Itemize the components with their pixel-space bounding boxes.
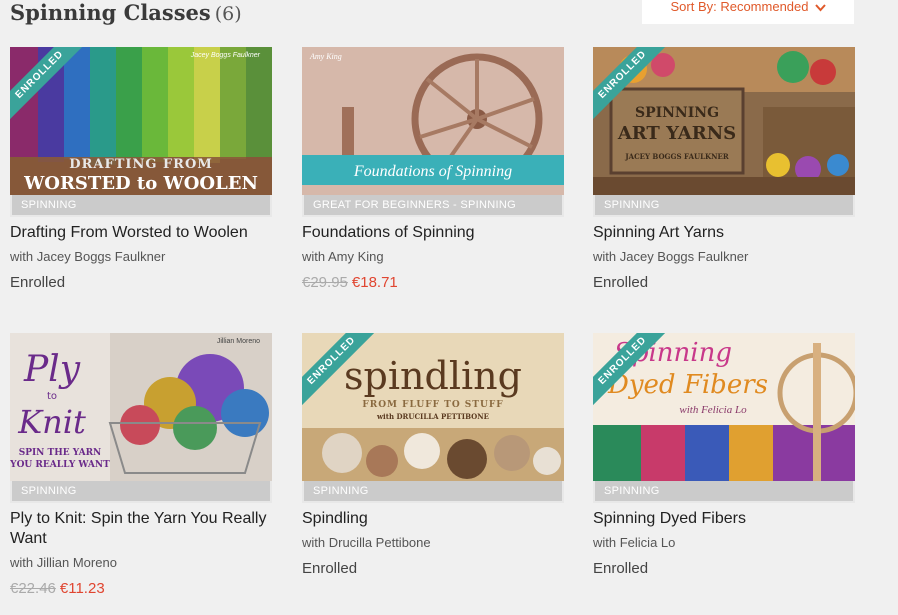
category-tag: SPINNING <box>593 481 855 503</box>
class-title[interactable]: Spinning Art Yarns <box>593 223 855 243</box>
cover-image: Jillian Moreno Ply to Knit SPIN THE YARN… <box>10 333 272 481</box>
cover-title-line2: WORSTED to WOOLEN <box>23 173 258 194</box>
enrolled-status: Enrolled <box>593 560 649 577</box>
price: €22.46 €11.23 <box>10 580 105 598</box>
class-thumbnail[interactable]: spindling FROM FLUFF TO STUFF with DRUCI… <box>302 333 564 481</box>
category-tag: SPINNING <box>10 481 272 503</box>
category-tag: SPINNING <box>302 481 564 503</box>
cover-title-line1: SPINNING <box>635 105 719 121</box>
cover-author-text: with Felicia Lo <box>679 404 747 416</box>
cover-title-line1: DRAFTING FROM <box>69 157 212 172</box>
sort-dropdown[interactable]: Sort By: Recommended <box>642 0 854 24</box>
class-card[interactable]: Spinning Dyed Fibers with Felicia Lo ENR… <box>593 333 855 577</box>
category-tag: SPINNING <box>10 195 272 217</box>
cover-title-line1: spindling <box>344 354 522 398</box>
page-title-text: Spinning Classes <box>10 0 211 25</box>
enrolled-status: Enrolled <box>593 274 649 291</box>
cover-title-line2: Dyed Fibers <box>607 370 768 400</box>
cover-title-line1: Foundations of Spinning <box>353 163 512 180</box>
class-thumbnail[interactable]: Jillian Moreno Ply to Knit SPIN THE YARN… <box>10 333 272 481</box>
cover-title-line2: ART YARNS <box>617 123 736 144</box>
class-card[interactable]: Amy King Foundations of Spinning GREAT F… <box>302 47 564 291</box>
sort-label: Sort By: Recommended <box>670 0 809 14</box>
sale-price: €11.23 <box>59 580 105 597</box>
class-author: with Felicia Lo <box>593 535 676 550</box>
class-thumbnail[interactable]: Jacey Boggs Faulkner DRAFTING FROM WORST… <box>10 47 272 195</box>
class-title[interactable]: Spinning Dyed Fibers <box>593 509 855 529</box>
class-count: (6) <box>214 3 242 25</box>
original-price: €29.95 <box>302 274 348 291</box>
class-title[interactable]: Foundations of Spinning <box>302 223 564 243</box>
sale-price: €18.71 <box>351 274 398 291</box>
class-thumbnail[interactable]: Spinning Dyed Fibers with Felicia Lo ENR… <box>593 333 855 481</box>
class-author: with Jacey Boggs Faulkner <box>593 249 749 264</box>
category-tag: GREAT FOR BEGINNERS - SPINNING <box>302 195 564 217</box>
chevron-down-icon <box>814 3 826 12</box>
cover-subtitle-line2: YOU REALLY WANT <box>10 460 110 470</box>
class-card[interactable]: Jillian Moreno Ply to Knit SPIN THE YARN… <box>10 333 272 597</box>
cover-brand-text: Amy King <box>309 52 342 61</box>
class-author: with Drucilla Pettibone <box>302 535 431 550</box>
page-title: Spinning Classes (6) <box>10 0 242 27</box>
enrolled-status: Enrolled <box>10 274 66 291</box>
class-card[interactable]: Jacey Boggs Faulkner DRAFTING FROM WORST… <box>10 47 272 291</box>
class-card[interactable]: SPINNING ART YARNS JACEY BOGGS FAULKNER … <box>593 47 855 291</box>
cover-title-line2: to <box>47 391 57 402</box>
class-card[interactable]: spindling FROM FLUFF TO STUFF with DRUCI… <box>302 333 564 577</box>
class-thumbnail[interactable]: Amy King Foundations of Spinning <box>302 47 564 195</box>
cover-title-line3: Knit <box>17 403 86 441</box>
class-author: with Jillian Moreno <box>10 555 117 570</box>
category-tag: SPINNING <box>593 195 855 217</box>
original-price: €22.46 <box>10 580 56 597</box>
class-thumbnail[interactable]: SPINNING ART YARNS JACEY BOGGS FAULKNER … <box>593 47 855 195</box>
cover-subtitle-line1: SPIN THE YARN <box>19 448 102 458</box>
class-title[interactable]: Spindling <box>302 509 564 529</box>
class-author: with Amy King <box>302 249 384 264</box>
page-header: Spinning Classes (6) Sort By: Recommended <box>10 0 890 30</box>
class-title[interactable]: Ply to Knit: Spin the Yarn You Really Wa… <box>10 509 272 549</box>
enrolled-status: Enrolled <box>302 560 358 577</box>
cover-title-line1: Ply <box>23 349 81 390</box>
cover-author-text: with DRUCILLA PETTIBONE <box>376 412 489 421</box>
price: €29.95 €18.71 <box>302 274 398 292</box>
cover-brand-text: Jacey Boggs Faulkner <box>190 52 261 59</box>
class-title[interactable]: Drafting From Worsted to Woolen <box>10 223 272 243</box>
cover-author-text: JACEY BOGGS FAULKNER <box>624 152 729 161</box>
cover-subtitle: FROM FLUFF TO STUFF <box>362 400 503 410</box>
class-author: with Jacey Boggs Faulkner <box>10 249 166 264</box>
cover-image: Amy King Foundations of Spinning <box>302 47 564 195</box>
cover-brand-text: Jillian Moreno <box>217 338 260 345</box>
